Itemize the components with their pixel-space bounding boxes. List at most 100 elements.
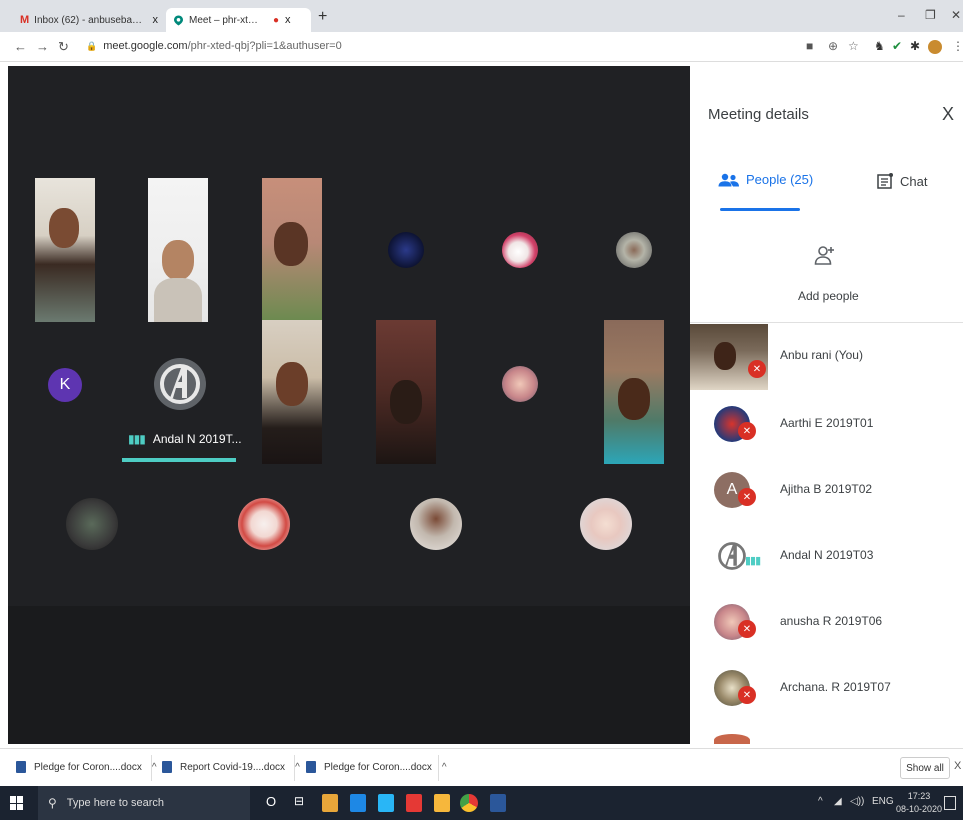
close-tab-icon[interactable]: x [285,14,291,26]
active-speaker-label: ▮▮▮ Andal N 2019T... [128,432,242,446]
chrome-icon[interactable] [460,794,478,812]
divider [438,755,439,781]
panel-title: Meeting details [708,106,809,123]
avengers-logo-icon [160,364,200,404]
window-close-icon[interactable]: ✕ [951,8,961,22]
mic-off-icon: ✕ [738,488,756,506]
download-item[interactable]: Pledge for Coron....docx ^ [306,761,447,773]
screen: M Inbox (62) - anbusebasvenba@gm x Meet … [0,0,963,820]
show-all-button[interactable]: Show all [900,757,950,779]
participant-video[interactable] [148,178,208,322]
task-view-icon[interactable]: ⊟ [294,794,304,808]
participant-avatar[interactable] [502,232,538,268]
participant-row[interactable]: ✕ Anbu rani (You) [690,324,963,390]
minimize-icon[interactable]: – [898,8,905,22]
file-explorer-icon[interactable] [434,794,450,812]
participant-avatar[interactable] [502,366,538,402]
taskbar-search[interactable]: ⚲ Type here to search [38,786,250,820]
participant-video[interactable] [376,320,436,464]
mail-icon[interactable] [350,794,366,812]
participant-video[interactable] [35,178,95,322]
participant-avatar[interactable] [388,232,424,268]
participant-avatar[interactable] [616,232,652,268]
download-item[interactable]: Pledge for Coron....docx ^ [16,761,157,773]
tray-chevron-icon[interactable]: ^ [818,796,823,807]
network-icon[interactable]: ◢ [834,796,842,807]
participant-row[interactable]: ✕ Aarthi E 2019T01 [690,392,963,458]
add-people-button[interactable]: Add people [798,289,859,303]
tab-gmail[interactable]: M Inbox (62) - anbusebasvenba@gm x [14,8,164,32]
mic-off-icon: ✕ [738,686,756,704]
tab-chat-label: Chat [900,173,928,189]
download-item[interactable]: Report Covid-19....docx ^ [162,761,300,773]
participant-video[interactable] [262,178,322,322]
participant-avatar[interactable] [410,498,462,550]
people-icon [718,173,739,186]
tab-strip: M Inbox (62) - anbusebasvenba@gm x Meet … [0,0,963,32]
cortana-icon[interactable]: O [266,794,276,809]
participant-avatar[interactable] [238,498,290,550]
speaking-indicator-icon: ▮▮▮ [128,432,146,446]
store-icon[interactable] [322,794,338,812]
speaker-name: Andal N 2019T... [152,432,242,446]
meeting-details-panel: Meeting details X People (25) Chat Add p… [690,66,963,744]
notification-icon[interactable] [944,796,956,810]
search-placeholder: Type here to search [66,797,165,809]
check-extension-icon[interactable]: ✔ [892,39,902,53]
participant-row[interactable]: ✕ anusha R 2019T06 [690,590,963,656]
word-icon[interactable] [490,794,506,812]
forward-icon[interactable]: → [36,39,49,54]
mic-off-icon: ✕ [738,422,756,440]
bookmark-star-icon[interactable]: ☆ [848,39,859,53]
tab-meet[interactable]: Meet – phr-xted-qbj ● x [166,8,311,32]
divider [151,755,152,781]
participant-avatar[interactable] [580,498,632,550]
zoom-icon[interactable]: ⊕ [828,39,838,53]
active-speaker-bar [122,458,236,462]
participant-video[interactable] [262,320,322,464]
tab-label: Meet – phr-xted-qbj [189,14,263,26]
app-l-icon[interactable] [378,794,394,812]
maximize-icon[interactable]: ❐ [925,8,936,22]
participant-row[interactable]: A ✕ Ajitha B 2019T02 [690,458,963,524]
url-field[interactable]: 🔒 meet.google.com/phr-xted-qbj?pli=1&auth… [86,40,342,52]
avengers-avatar[interactable] [154,358,206,410]
reload-icon[interactable]: ↻ [58,39,69,55]
participant-avatar[interactable] [66,498,118,550]
tab-people[interactable]: People (25) [718,172,813,187]
profile-avatar[interactable] [928,40,942,54]
back-icon[interactable]: ← [14,39,27,54]
chevron-up-icon[interactable]: ^ [295,762,300,773]
participant-letter-avatar[interactable]: K [48,368,82,402]
tab-people-label: People (25) [746,172,814,187]
lock-icon: 🔒 [86,41,98,51]
windows-start-icon[interactable] [10,796,24,810]
participant-row[interactable]: ✕ Archana. R 2019T07 [690,656,963,722]
menu-icon[interactable]: ⋮ [952,39,963,53]
gmail-icon: M [20,14,30,26]
extension-icon[interactable]: ♞ [874,39,885,53]
active-tab-indicator [720,208,800,211]
participant-video[interactable] [604,320,664,464]
office-icon[interactable] [406,794,422,812]
tab-chat[interactable]: Chat [876,172,927,190]
chevron-up-icon[interactable]: ^ [442,762,447,773]
language-indicator[interactable]: ENG [872,796,894,807]
puzzle-icon[interactable]: ✱ [910,39,920,53]
close-shelf-button[interactable]: X [954,760,961,772]
panel-close-button[interactable]: X [942,104,954,125]
participant-row[interactable]: ▮▮▮ Andal N 2019T03 [690,524,963,590]
clock[interactable]: 17:23 08-10-2020 [896,790,942,816]
speaking-indicator-icon: ▮▮▮ [745,555,761,567]
word-doc-icon [306,761,316,773]
word-doc-icon [16,761,26,773]
new-tab-button[interactable]: + [318,8,327,26]
meet-stage: K ▮▮▮ Andal N 2019T... [8,66,690,744]
camera-icon[interactable]: ■ [806,39,813,53]
chevron-up-icon[interactable]: ^ [152,762,157,773]
download-filename: Report Covid-19....docx [180,761,286,773]
mic-off-icon: ✕ [738,620,756,638]
add-person-icon[interactable] [814,244,838,271]
volume-icon[interactable]: ◁)) [850,796,864,807]
close-tab-icon[interactable]: x [153,14,159,26]
